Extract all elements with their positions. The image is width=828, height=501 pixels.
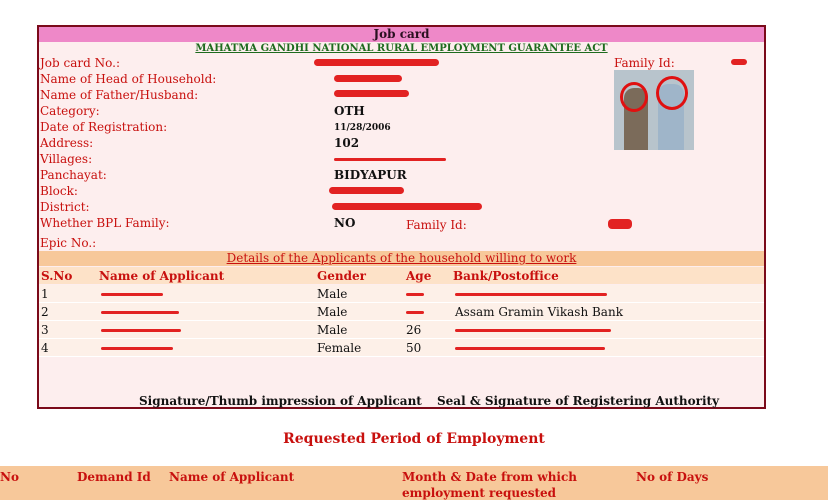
col-no: No [0, 470, 19, 484]
cell-sno: 4 [41, 341, 49, 355]
signature-authority: Seal & Signature of Registering Authorit… [437, 394, 720, 408]
redaction-mark [455, 347, 605, 350]
applicants-table-header: S.No Name of Applicant Gender Age Bank/P… [39, 267, 764, 284]
signature-applicant: Signature/Thumb impression of Applicant [139, 394, 422, 408]
field-label-address: Address: [40, 136, 94, 150]
field-value-registration: 11/28/2006 [334, 123, 391, 133]
redaction-mark [406, 293, 424, 296]
job-card-title: Job card [39, 27, 764, 42]
cell-sno: 3 [41, 323, 49, 337]
field-label-head: Name of Head of Household: [40, 72, 217, 86]
cell-gender: Female [317, 341, 362, 355]
redaction-mark [731, 59, 747, 65]
redaction-mark [406, 311, 424, 314]
field-value-panchayat: BIDYAPUR [334, 168, 407, 182]
redaction-mark [332, 203, 482, 210]
cell-sno: 1 [41, 287, 49, 301]
field-label-block: Block: [40, 184, 78, 198]
redaction-mark [329, 187, 404, 194]
redaction-mark [455, 329, 611, 332]
family-photo [614, 70, 694, 150]
col-bank: Bank/Postoffice [453, 269, 559, 283]
family-id-label: Family Id: [614, 56, 675, 70]
cell-bank: Assam Gramin Vikash Bank [455, 305, 623, 319]
field-value-category: OTH [334, 104, 365, 118]
redaction-mark [101, 293, 163, 296]
cell-sno: 2 [41, 305, 49, 319]
cell-gender: Male [317, 323, 348, 337]
employment-table-header: No Demand Id Name of Applicant Month & D… [0, 466, 828, 500]
col-name: Name of Applicant [99, 269, 225, 283]
table-row: 4 Female 50 [39, 339, 764, 357]
cell-age: 50 [406, 341, 422, 355]
redaction-mark [608, 219, 632, 229]
field-label-father: Name of Father/Husband: [40, 88, 199, 102]
table-row: 1 Male [39, 285, 764, 303]
cell-gender: Male [317, 287, 348, 301]
table-row: 2 Male Assam Gramin Vikash Bank [39, 303, 764, 321]
redaction-mark [334, 90, 409, 97]
redaction-mark [101, 347, 173, 350]
redaction-mark [455, 293, 607, 296]
cell-gender: Male [317, 305, 348, 319]
field-label-bpl: Whether BPL Family: [40, 216, 170, 230]
col-month-date: Month & Date from which employment reque… [402, 470, 578, 500]
redaction-mark [334, 158, 446, 161]
field-label-jobcard: Job card No.: [40, 56, 121, 70]
col-applicant-name: Name of Applicant [169, 470, 295, 484]
redaction-mark [101, 329, 181, 332]
field-value-address: 102 [334, 136, 360, 150]
field-label-district: District: [40, 200, 90, 214]
table-row: 3 Male 26 [39, 321, 764, 339]
redaction-mark [334, 75, 402, 82]
field-value-bpl: NO [334, 216, 356, 230]
field-label-panchayat: Panchayat: [40, 168, 107, 182]
col-no-of-days: No of Days [636, 470, 709, 484]
field-label-villages: Villages: [40, 152, 93, 166]
col-demand-id: Demand Id [77, 470, 151, 484]
field-label-registration: Date of Registration: [40, 120, 168, 134]
cell-age: 26 [406, 323, 422, 337]
field-label-category: Category: [40, 104, 100, 118]
redaction-mark [314, 59, 439, 66]
act-title: MAHATMA GANDHI NATIONAL RURAL EMPLOYMENT… [195, 43, 608, 54]
applicants-details-heading: Details of the Applicants of the househo… [39, 251, 764, 266]
col-age: Age [406, 269, 432, 283]
col-sno: S.No [41, 269, 73, 283]
job-card: Job card MAHATMA GANDHI NATIONAL RURAL E… [37, 25, 766, 409]
field-label-epic: Epic No.: [40, 236, 97, 250]
redaction-mark [101, 311, 179, 314]
family-id-label-2: Family Id: [406, 218, 467, 232]
col-gender: Gender [317, 269, 366, 283]
requested-period-heading: Requested Period of Employment [283, 431, 545, 447]
